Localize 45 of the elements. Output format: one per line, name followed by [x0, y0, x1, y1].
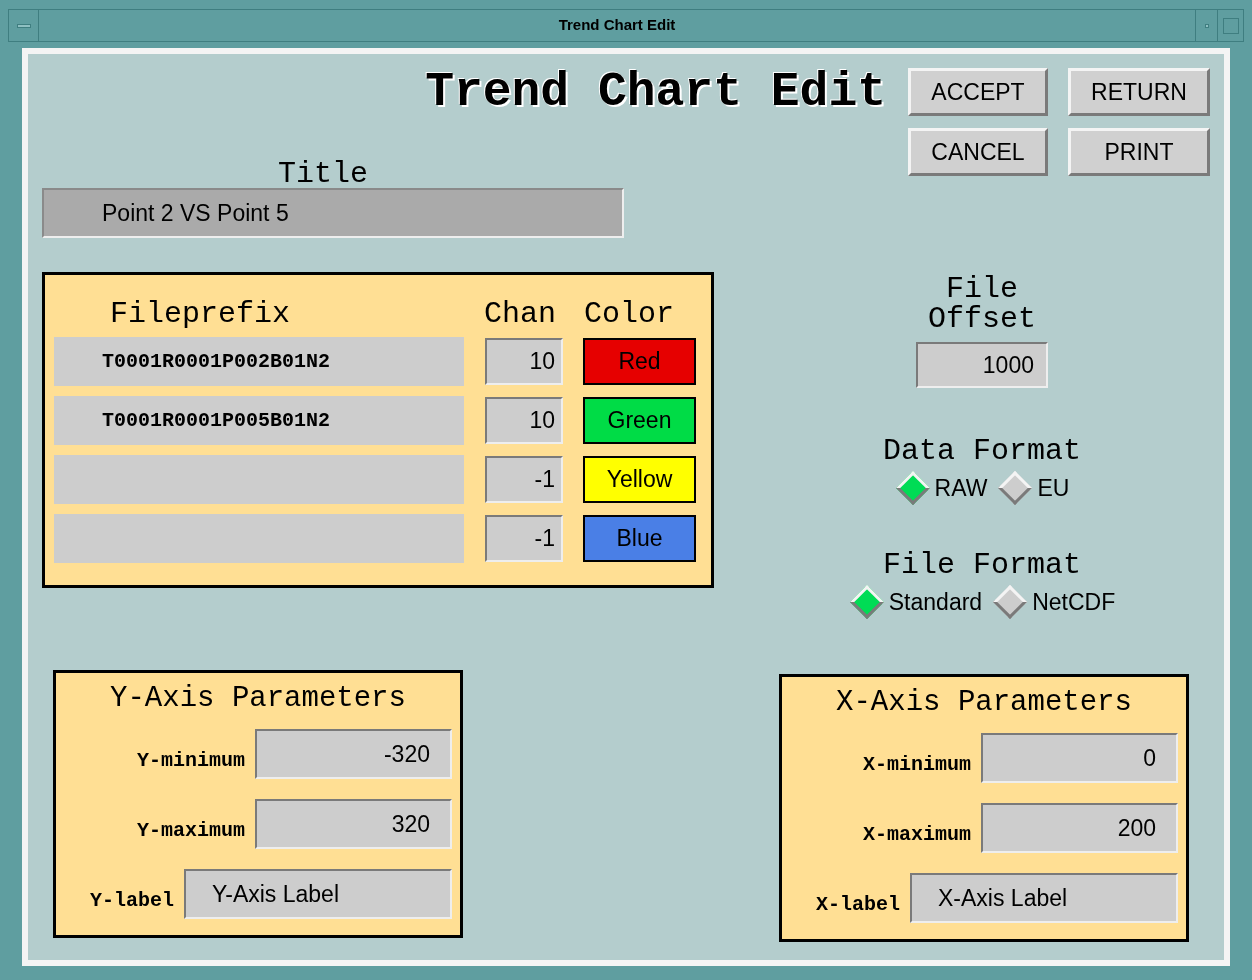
- input-field[interactable]: Y-Axis Label: [184, 869, 452, 919]
- action-button[interactable]: CANCEL: [908, 128, 1048, 176]
- input-field[interactable]: 320: [255, 799, 452, 849]
- fileprefix-field[interactable]: T0001R0001P002B01N2: [54, 337, 464, 386]
- file-offset-label: File Offset: [928, 274, 1036, 334]
- action-button[interactable]: RETURN: [1068, 68, 1210, 116]
- field-label: X-maximum: [862, 824, 971, 846]
- data-format-label: Data Format: [882, 436, 1081, 466]
- panel-title: X-Axis Parameters: [835, 685, 1133, 721]
- radio-label[interactable]: Standard: [888, 584, 983, 620]
- radio-label[interactable]: NetCDF: [1032, 584, 1116, 620]
- fileprefix-field[interactable]: T0001R0001P005B01N2: [54, 396, 464, 445]
- title-label: Title: [278, 160, 369, 188]
- channel-field[interactable]: -1: [485, 515, 563, 562]
- column-header: Fileprefix: [109, 299, 292, 329]
- input-field[interactable]: X-Axis Label: [910, 873, 1178, 923]
- field-label: Y-label: [90, 890, 174, 912]
- field-label: Y-maximum: [136, 820, 245, 842]
- panel-title: Y-Axis Parameters: [109, 681, 407, 717]
- field-label: Y-minimum: [136, 750, 245, 772]
- color-swatch[interactable]: Red: [583, 338, 696, 385]
- action-button[interactable]: ACCEPT: [908, 68, 1048, 116]
- color-swatch[interactable]: Green: [583, 397, 696, 444]
- column-header: Chan: [484, 299, 557, 329]
- radio-label[interactable]: RAW: [934, 470, 988, 506]
- field-label: X-minimum: [862, 754, 971, 776]
- channel-field[interactable]: -1: [485, 456, 563, 503]
- window-title: Trend Chart Edit: [557, 15, 677, 36]
- input-field[interactable]: -320: [255, 729, 452, 779]
- radio-label[interactable]: EU: [1037, 470, 1070, 506]
- fileprefix-field[interactable]: [54, 455, 464, 504]
- file-format-label: File Format: [882, 550, 1081, 580]
- field-label: X-label: [816, 894, 900, 916]
- fileprefix-field[interactable]: [54, 514, 464, 563]
- color-swatch[interactable]: Blue: [583, 515, 696, 562]
- page-heading: Trend Chart Edit: [425, 68, 886, 116]
- input-field[interactable]: 0: [981, 733, 1178, 783]
- channel-field[interactable]: 10: [485, 338, 563, 385]
- file-offset-field[interactable]: 1000: [916, 342, 1048, 388]
- color-swatch[interactable]: Yellow: [583, 456, 696, 503]
- channel-field[interactable]: 10: [485, 397, 563, 444]
- column-header: Color: [584, 299, 674, 329]
- input-field[interactable]: 200: [981, 803, 1178, 853]
- action-button[interactable]: PRINT: [1068, 128, 1210, 176]
- title-field[interactable]: Point 2 VS Point 5: [42, 188, 624, 238]
